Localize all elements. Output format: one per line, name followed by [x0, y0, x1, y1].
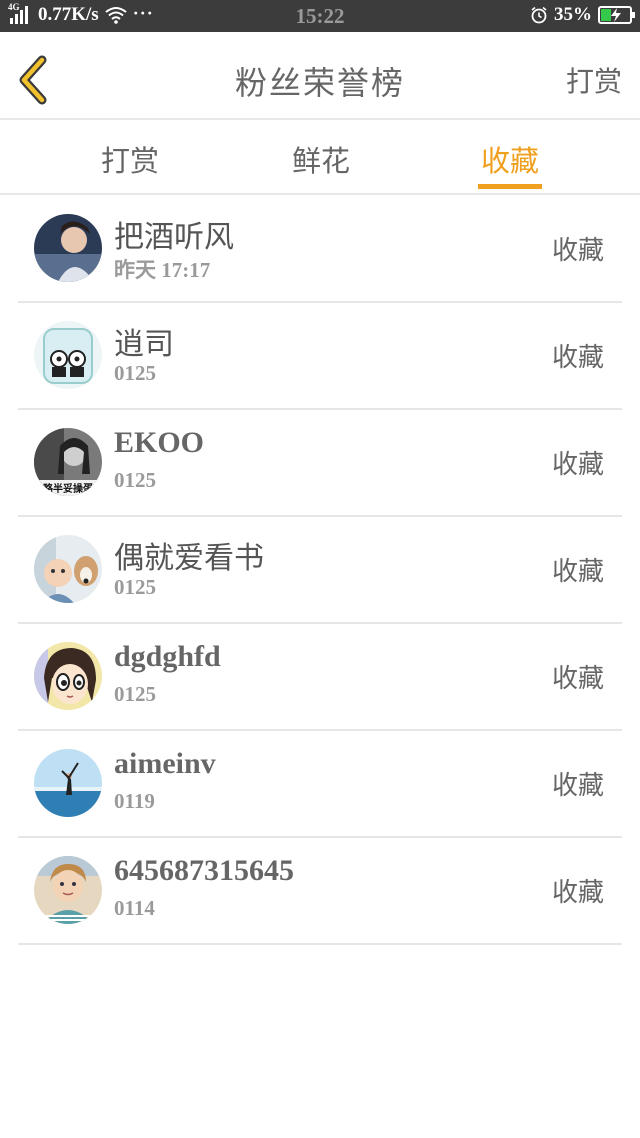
alarm-icon	[531, 6, 547, 24]
fan-name: 645687315645	[114, 854, 294, 887]
collect-label: 收藏	[551, 236, 604, 266]
list-item[interactable]: 645687315645 0114 收藏	[18, 838, 622, 945]
fan-time: 0119	[114, 789, 155, 813]
fan-name: 逍司	[114, 327, 174, 362]
avatar[interactable]	[34, 749, 102, 817]
fan-name: 把酒听风	[114, 220, 234, 255]
reward-button[interactable]: 打赏	[566, 60, 622, 100]
nav-header: 粉丝荣誉榜 打赏	[0, 32, 640, 120]
list-item[interactable]: dgdghfd 0125 收藏	[18, 624, 622, 731]
tab-collect[interactable]: 收藏	[470, 138, 550, 180]
tab-reward[interactable]: 打赏	[90, 138, 170, 180]
collect-label: 收藏	[551, 878, 604, 908]
collect-label: 收藏	[551, 450, 604, 480]
avatar[interactable]	[34, 535, 102, 603]
fan-time: 0125	[114, 575, 156, 599]
collect-label: 收藏	[551, 771, 604, 801]
list-item[interactable]: 偶就爱看书 0125 收藏	[18, 517, 622, 624]
fan-time: 0125	[114, 361, 156, 385]
fan-time: 昨天 17:17	[114, 258, 211, 282]
fan-time: 0125	[114, 468, 156, 492]
battery-icon	[598, 6, 635, 24]
collect-label: 收藏	[551, 557, 604, 587]
avatar[interactable]	[34, 642, 102, 710]
battery-percent: 35%	[554, 4, 592, 25]
list-item[interactable]: aimeinv 0119 收藏	[18, 731, 622, 838]
collect-label: 收藏	[551, 664, 604, 694]
collect-label: 收藏	[551, 343, 604, 373]
fan-name: 偶就爱看书	[114, 541, 264, 576]
page-title: 粉丝荣誉榜	[234, 64, 405, 102]
list-item[interactable]: 逍司 0125 收藏	[18, 303, 622, 410]
list-item[interactable]: 略半妥操蛋 EKOO 0125 收藏	[18, 410, 622, 517]
fan-name: aimeinv	[114, 747, 216, 780]
status-bar: 4G 0.77K/s ··· 15:22 35%	[0, 0, 640, 32]
fan-time: 0125	[114, 682, 156, 706]
fan-name: EKOO	[114, 426, 205, 459]
avatar-caption: 略半妥操蛋	[43, 482, 93, 495]
avatar[interactable]	[34, 321, 102, 389]
avatar[interactable]	[34, 214, 102, 282]
avatar[interactable]	[34, 856, 102, 924]
tab-bar: 打赏 鲜花 收藏	[0, 122, 640, 195]
list-item[interactable]: 把酒听风 昨天 17:17 收藏	[18, 196, 622, 303]
fan-time: 0114	[114, 896, 155, 920]
status-right: 35%	[530, 4, 635, 26]
fan-name: dgdghfd	[114, 640, 221, 673]
active-tab-indicator	[478, 184, 542, 189]
avatar[interactable]: 略半妥操蛋	[34, 428, 102, 496]
tab-flowers[interactable]: 鲜花	[281, 138, 361, 180]
